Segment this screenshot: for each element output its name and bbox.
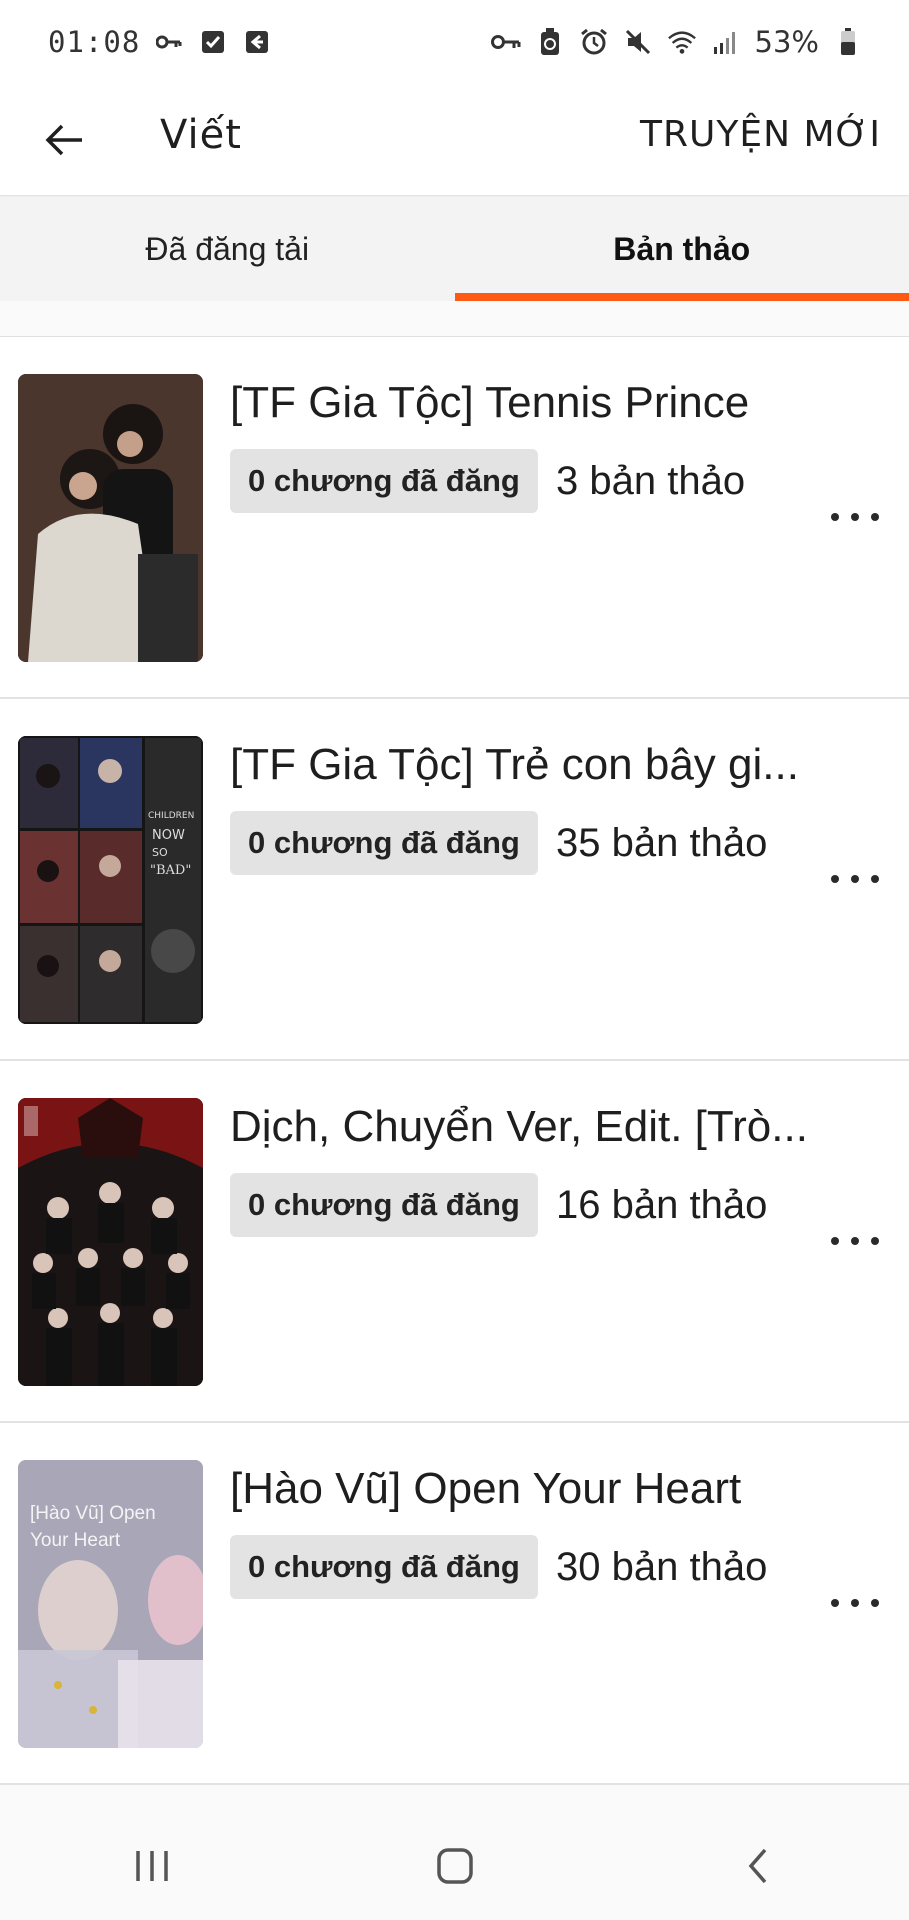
- story-title[interactable]: Dịch, Chuyển Ver, Edit. [Trò...: [230, 1099, 820, 1155]
- mute-icon: [623, 27, 653, 57]
- story-row[interactable]: CHILDREN NOW SO "BAD" [TF Gia Tộc] Trẻ c…: [0, 699, 909, 1061]
- wifi-icon: [667, 27, 697, 57]
- more-dot-icon: [851, 1237, 859, 1245]
- drafts-count: 16 bản thảo: [556, 1183, 768, 1227]
- drafts-count: 3 bản thảo: [556, 459, 746, 503]
- checkbox-icon: [198, 27, 228, 57]
- more-options-button[interactable]: [825, 1221, 885, 1261]
- return-box-icon: [242, 27, 272, 57]
- story-row[interactable]: Dịch, Chuyển Ver, Edit. [Trò... 0 chương…: [0, 1061, 909, 1423]
- drafts-count: 30 bản thảo: [556, 1545, 768, 1589]
- active-tab-indicator: [454, 293, 909, 301]
- story-row[interactable]: [TF Gia Tộc] Tennis Prince 0 chương đã đ…: [0, 337, 909, 699]
- alarm-icon: [579, 27, 609, 57]
- status-bar: 01:08 53%: [0, 0, 909, 84]
- battery-icon: [833, 27, 863, 57]
- tab-drafts[interactable]: Bản thảo: [454, 197, 909, 301]
- new-story-button[interactable]: TRUYỆN MỚI: [640, 114, 881, 155]
- story-title[interactable]: [Hào Vũ] Open Your Heart: [230, 1461, 820, 1517]
- more-dot-icon: [851, 513, 859, 521]
- story-title[interactable]: [TF Gia Tộc] Tennis Prince: [230, 375, 820, 431]
- drafts-count: 35 bản thảo: [556, 821, 768, 865]
- tab-drafts-label: Bản thảo: [613, 230, 751, 267]
- key-icon: [154, 27, 184, 57]
- more-dot-icon: [871, 1599, 879, 1607]
- cover-title-text: [Hào Vũ] Open Your Heart: [30, 1503, 156, 1551]
- more-dot-icon: [831, 1237, 839, 1245]
- system-back-button[interactable]: [698, 1826, 818, 1906]
- more-dot-icon: [831, 875, 839, 883]
- signal-icon: [711, 27, 741, 57]
- story-title[interactable]: [TF Gia Tộc] Trẻ con bây gi...: [230, 737, 820, 793]
- status-right: 53%: [490, 25, 863, 59]
- recycle-icon: [535, 27, 565, 57]
- more-dot-icon: [851, 1599, 859, 1607]
- story-cover-image[interactable]: [18, 374, 203, 662]
- more-dot-icon: [871, 513, 879, 521]
- back-button[interactable]: [34, 110, 94, 170]
- status-left: 01:08: [48, 25, 272, 59]
- story-cover-image[interactable]: [Hào Vũ] Open Your Heart: [18, 1460, 203, 1748]
- cover-text-now: NOW: [152, 828, 185, 843]
- cover-text-so: SO: [152, 846, 168, 859]
- more-options-button[interactable]: [825, 859, 885, 899]
- arrow-left-icon: [45, 124, 82, 156]
- vpn-key-icon: [490, 27, 521, 57]
- system-nav-bar: [0, 1812, 909, 1920]
- chevron-left-icon: [748, 1848, 766, 1884]
- story-cover-image[interactable]: [18, 1098, 203, 1386]
- story-row[interactable]: [Hào Vũ] Open Your Heart [Hào Vũ] Open Y…: [0, 1423, 909, 1785]
- tab-published-label: Đã đăng tải: [145, 230, 310, 267]
- home-icon: [436, 1848, 473, 1884]
- more-dot-icon: [831, 513, 839, 521]
- page-title: Viết: [160, 112, 242, 158]
- published-chapters-badge: 0 chương đã đăng: [230, 1173, 538, 1237]
- story-cover-image[interactable]: CHILDREN NOW SO "BAD": [18, 736, 203, 1024]
- app-header: Viết TRUYỆN MỚI: [0, 84, 909, 196]
- tab-published[interactable]: Đã đăng tải: [0, 197, 455, 301]
- more-dot-icon: [871, 1237, 879, 1245]
- more-dot-icon: [871, 875, 879, 883]
- cover-text-bad: "BAD": [150, 863, 191, 878]
- recent-apps-icon: [135, 1851, 168, 1881]
- status-time: 01:08: [48, 25, 141, 59]
- home-button[interactable]: [395, 1826, 515, 1906]
- more-options-button[interactable]: [825, 1583, 885, 1623]
- battery-percent: 53%: [754, 25, 819, 59]
- list-top-gap: [0, 301, 909, 337]
- recent-apps-button[interactable]: [92, 1826, 212, 1906]
- cover-text-children: CHILDREN: [148, 811, 194, 821]
- story-list: [TF Gia Tộc] Tennis Prince 0 chương đã đ…: [0, 337, 909, 1785]
- tab-bar: Đã đăng tải Bản thảo: [0, 197, 909, 301]
- published-chapters-badge: 0 chương đã đăng: [230, 449, 538, 513]
- published-chapters-badge: 0 chương đã đăng: [230, 1535, 538, 1599]
- published-chapters-badge: 0 chương đã đăng: [230, 811, 538, 875]
- more-dot-icon: [851, 875, 859, 883]
- more-options-button[interactable]: [825, 497, 885, 537]
- more-dot-icon: [831, 1599, 839, 1607]
